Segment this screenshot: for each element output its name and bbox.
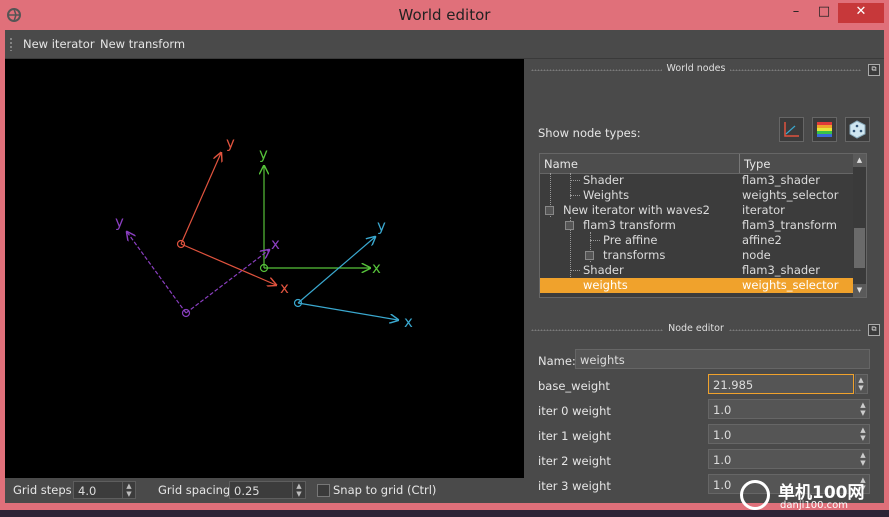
blue-x-label: x xyxy=(404,313,413,331)
iter-0-weight-input[interactable]: 1.0 ▲ ▼ xyxy=(708,399,870,419)
shader-type-filter-button[interactable] xyxy=(812,117,837,142)
watermark-logo-icon xyxy=(740,480,770,510)
tree-row[interactable]: flam3 transform flam3_transform xyxy=(540,218,854,233)
tree-row[interactable]: Weights weights_selector xyxy=(540,188,854,203)
watermark: 单机100网 danji100.com xyxy=(740,478,888,516)
iter-1-weight-input[interactable]: 1.0 ▲ ▼ xyxy=(708,424,870,444)
grid-steps-value[interactable]: 4.0 xyxy=(78,484,96,498)
transform-gizmos: y x y x y x y x xyxy=(115,134,414,331)
transform-type-filter-button[interactable] xyxy=(779,117,804,142)
field-label: base_weight xyxy=(538,379,610,393)
minimize-button[interactable]: – xyxy=(782,3,810,23)
tree-row[interactable]: Shader flam3_shader xyxy=(540,263,854,278)
collapse-icon[interactable] xyxy=(565,221,574,230)
toolbar-grip-icon[interactable] xyxy=(9,37,13,51)
close-button[interactable]: ✕ xyxy=(838,3,884,23)
spin-arrows-icon[interactable]: ▲ ▼ xyxy=(122,482,135,498)
dice-icon xyxy=(849,120,866,139)
snap-to-grid-checkbox[interactable] xyxy=(317,484,330,497)
show-node-types-label: Show node types: xyxy=(538,126,641,140)
red-x-label: x xyxy=(280,279,289,297)
axes-icon xyxy=(784,122,799,137)
gradient-icon xyxy=(817,122,832,137)
scroll-down-icon[interactable]: ▼ xyxy=(853,284,866,297)
tree-row[interactable]: Pre affine affine2 xyxy=(540,233,854,248)
iter-2-weight-input[interactable]: 1.0 ▲ ▼ xyxy=(708,449,870,469)
type-column-header[interactable]: Type xyxy=(744,157,770,171)
spin-arrows-icon[interactable]: ▲ ▼ xyxy=(855,374,868,394)
grid-spacing-spinbox[interactable]: 0.25 ▲ ▼ xyxy=(229,481,306,499)
world-nodes-title: World nodes xyxy=(531,63,861,77)
expand-icon[interactable] xyxy=(585,251,594,260)
field-label: iter 1 weight xyxy=(538,429,611,443)
green-y-label: y xyxy=(259,145,268,163)
scroll-thumb[interactable] xyxy=(854,228,865,268)
tree-row[interactable]: Shader flam3_shader xyxy=(540,173,854,188)
undock-icon[interactable]: ⧉ xyxy=(868,64,880,76)
collapse-icon[interactable] xyxy=(545,206,554,215)
grid-steps-spinbox[interactable]: 4.0 ▲ ▼ xyxy=(73,481,136,499)
grid-spacing-value[interactable]: 0.25 xyxy=(234,484,260,498)
toolbar: New iterator New transform xyxy=(5,30,884,59)
purple-y-label: y xyxy=(115,213,124,231)
app-window: World editor – □ ✕ New iterator New tran… xyxy=(0,0,889,510)
title-bar: World editor – □ ✕ xyxy=(0,0,889,30)
snap-to-grid-label[interactable]: Snap to grid (Ctrl) xyxy=(333,483,436,497)
scroll-up-icon[interactable]: ▲ xyxy=(853,154,866,167)
tree-row[interactable]: transforms node xyxy=(540,248,854,263)
grid-spacing-label: Grid spacing: xyxy=(158,483,235,497)
purple-transform[interactable]: y x xyxy=(115,213,280,318)
base-weight-input[interactable]: 21.985 xyxy=(708,374,854,394)
name-field[interactable]: weights xyxy=(575,349,870,369)
green-x-label: x xyxy=(372,259,381,277)
watermark-url: danji100.com xyxy=(780,500,848,511)
tree-scrollbar[interactable]: ▲ ▼ xyxy=(853,154,866,297)
spin-arrows-icon[interactable]: ▲ ▼ xyxy=(292,482,305,498)
random-type-filter-button[interactable] xyxy=(845,117,870,142)
spin-arrows-icon[interactable]: ▲ ▼ xyxy=(858,401,868,417)
name-column-header[interactable]: Name xyxy=(544,157,578,171)
client-area: New iterator New transform y x y x y x y… xyxy=(5,30,884,503)
field-label: iter 2 weight xyxy=(538,454,611,468)
green-transform[interactable]: y x xyxy=(259,145,381,277)
world-canvas[interactable]: y x y x y x y x xyxy=(5,59,524,478)
spin-arrows-icon[interactable]: ▲ ▼ xyxy=(858,451,868,467)
purple-x-label: x xyxy=(271,235,280,253)
name-label: Name: xyxy=(538,354,576,368)
new-transform-button[interactable]: New transform xyxy=(100,37,185,51)
window-title: World editor xyxy=(398,6,491,24)
field-label: iter 0 weight xyxy=(538,404,611,418)
blue-y-label: y xyxy=(377,217,386,235)
tree-row[interactable]: New iterator with waves2 iterator xyxy=(540,203,854,218)
maximize-button[interactable]: □ xyxy=(810,3,838,23)
undock-icon[interactable]: ⧉ xyxy=(868,324,880,336)
right-panel: World nodes ⧉ Show node types: Name Type xyxy=(525,59,884,503)
node-tree[interactable]: Name Type Shader flam3_shader Weights we… xyxy=(539,153,867,298)
node-editor-title: Node editor xyxy=(531,323,861,337)
field-label: iter 3 weight xyxy=(538,479,611,493)
blue-transform[interactable]: y x xyxy=(293,217,414,331)
spin-arrows-icon[interactable]: ▲ ▼ xyxy=(858,426,868,442)
red-transform[interactable]: y x xyxy=(176,134,290,297)
tree-row-selected[interactable]: weights weights_selector xyxy=(540,278,854,293)
tree-header: Name Type xyxy=(540,154,854,174)
grid-steps-label: Grid steps: xyxy=(13,483,76,497)
red-y-label: y xyxy=(226,134,235,152)
new-iterator-button[interactable]: New iterator xyxy=(23,37,95,51)
status-bar: Grid steps: 4.0 ▲ ▼ Grid spacing: 0.25 ▲ ▼… xyxy=(5,478,524,502)
